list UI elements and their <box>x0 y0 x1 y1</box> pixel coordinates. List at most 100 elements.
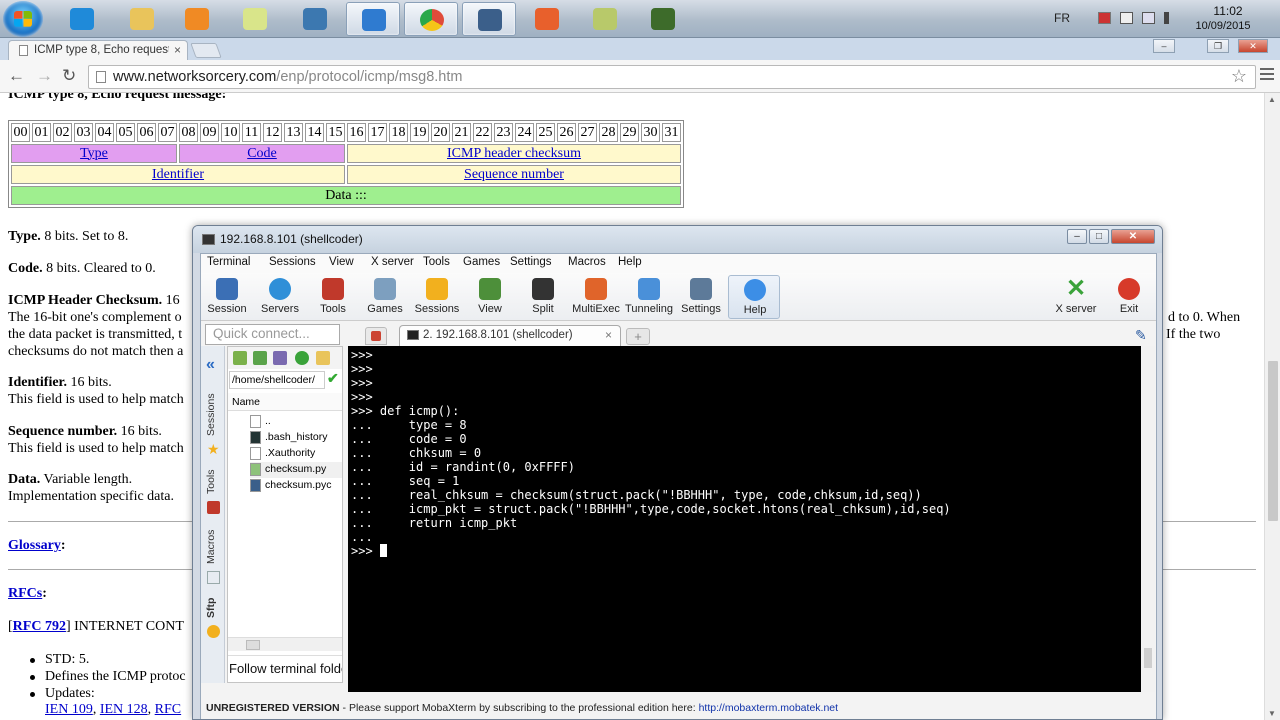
language-indicator[interactable]: FR <box>1054 11 1070 25</box>
settings-toolbar-button[interactable]: Settings <box>675 275 727 319</box>
page-scrollbar[interactable]: ▲ ▼ <box>1264 93 1280 720</box>
sequence-link[interactable]: Sequence number <box>464 167 564 182</box>
forward-button[interactable]: → <box>36 66 53 86</box>
address-bar[interactable]: www.networksorcery.com/enp/protocol/icmp… <box>88 65 1256 89</box>
scrollbar-thumb[interactable] <box>1144 648 1152 668</box>
scrollbar-thumb[interactable] <box>1268 361 1278 521</box>
servers-toolbar-button[interactable]: Servers <box>254 275 306 319</box>
session-tab[interactable]: 2. 192.168.8.101 (shellcoder) × <box>399 325 621 346</box>
tools-rail-tab[interactable]: Tools <box>205 469 217 494</box>
checkmark-icon[interactable]: ✔ <box>327 370 339 387</box>
xserver-button[interactable]: ✕ X server <box>1050 275 1102 319</box>
attach-icon[interactable]: ✎ <box>1135 327 1147 344</box>
taskbar-app-virtualbox[interactable] <box>346 2 400 36</box>
follow-terminal-folder-checkbox[interactable]: Follow terminal folder <box>228 655 342 681</box>
bookmark-star-icon[interactable]: ☆ <box>1231 66 1247 87</box>
menu-item-view[interactable]: View <box>329 256 354 268</box>
file-row[interactable]: .. <box>250 414 342 430</box>
macros-rail-tab[interactable]: Macros <box>205 530 217 564</box>
view-toolbar-button[interactable]: View <box>464 275 516 319</box>
terminal-scrollbar[interactable] <box>1142 346 1155 692</box>
home-tab[interactable] <box>365 327 387 345</box>
glossary-link[interactable]: Glossary <box>8 538 61 553</box>
terminal-output[interactable]: >>> >>> >>> >>> >>> def icmp():... type = 8.… <box>348 346 1141 692</box>
menu-item-x-server[interactable]: X server <box>371 256 414 268</box>
scrollbar-thumb[interactable] <box>246 640 260 650</box>
restore-button[interactable]: ❐ <box>1207 39 1229 53</box>
type-link[interactable]: Type <box>80 146 108 161</box>
browser-tab[interactable]: ICMP type 8, Echo request × <box>8 40 188 60</box>
checksum-link[interactable]: ICMP header checksum <box>447 146 581 161</box>
taskbar-app-sticky-notes[interactable] <box>228 2 282 36</box>
menu-icon[interactable] <box>1260 68 1274 80</box>
file-row[interactable]: checksum.py <box>250 462 342 478</box>
split-toolbar-button[interactable]: Split <box>517 275 569 319</box>
volume-icon[interactable] <box>1164 12 1177 24</box>
close-tab-icon[interactable]: × <box>174 43 181 57</box>
folder-up-icon[interactable] <box>233 351 247 365</box>
ien-109-link[interactable]: IEN 109 <box>45 702 93 717</box>
scroll-down-arrow-icon[interactable]: ▼ <box>1268 709 1276 718</box>
clock-time[interactable]: 11:02 <box>1198 4 1258 18</box>
menu-item-macros[interactable]: Macros <box>568 256 606 268</box>
action-center-icon[interactable] <box>1120 12 1133 24</box>
refresh-icon[interactable] <box>295 351 309 365</box>
mobatek-link[interactable]: http://mobaxterm.mobatek.net <box>699 702 838 714</box>
rfcs-link[interactable]: RFCs <box>8 586 42 601</box>
taskbar-app-office-app[interactable] <box>520 2 574 36</box>
help-toolbar-button[interactable]: Help <box>728 275 780 319</box>
new-tab-button[interactable] <box>190 43 222 58</box>
exit-button[interactable]: Exit <box>1103 275 1155 319</box>
identifier-link[interactable]: Identifier <box>152 167 204 182</box>
remote-path-input[interactable]: /home/shellcoder/ <box>229 371 325 389</box>
window-titlebar[interactable]: 192.168.8.101 (shellcoder) – □ ✕ <box>193 226 1162 253</box>
close-window-button[interactable]: ✕ <box>1238 39 1268 53</box>
taskbar-app-notes-app[interactable] <box>578 2 632 36</box>
close-tab-icon[interactable]: × <box>605 328 612 342</box>
collapse-icon[interactable]: « <box>206 356 215 374</box>
tools-toolbar-button[interactable]: Tools <box>307 275 359 319</box>
minimize-button[interactable]: – <box>1153 39 1175 53</box>
back-button[interactable]: ← <box>8 66 25 86</box>
sftp-rail-tab[interactable]: Sftp <box>205 598 217 618</box>
taskbar-app-terminal-app[interactable] <box>636 2 690 36</box>
games-toolbar-button[interactable]: Games <box>359 275 411 319</box>
new-folder-icon[interactable] <box>316 351 330 365</box>
file-row[interactable]: .Xauthority <box>250 446 342 462</box>
code-link[interactable]: Code <box>247 146 277 161</box>
taskbar-app-internet-explorer[interactable] <box>55 2 109 36</box>
file-row[interactable]: checksum.pyc <box>250 478 342 494</box>
menu-item-sessions[interactable]: Sessions <box>269 256 316 268</box>
network-icon[interactable] <box>1142 12 1155 24</box>
close-button[interactable]: ✕ <box>1111 229 1155 244</box>
new-tab-button[interactable]: + <box>626 328 650 345</box>
taskbar-app-python[interactable] <box>288 2 342 36</box>
menu-item-help[interactable]: Help <box>618 256 642 268</box>
file-row[interactable]: .bash_history <box>250 430 342 446</box>
rfc-link[interactable]: RFC <box>155 702 181 717</box>
quick-connect-input[interactable]: Quick connect... <box>205 324 340 345</box>
start-button[interactable] <box>3 1 43 37</box>
clock-date[interactable]: 10/09/2015 <box>1188 20 1258 32</box>
taskbar-app-chrome[interactable] <box>404 2 458 36</box>
upload-icon[interactable] <box>273 351 287 365</box>
menu-item-settings[interactable]: Settings <box>510 256 552 268</box>
maximize-button[interactable]: □ <box>1089 229 1109 244</box>
menu-item-terminal[interactable]: Terminal <box>207 256 250 268</box>
horizontal-scrollbar[interactable] <box>228 637 342 651</box>
flag-icon[interactable] <box>1098 12 1111 24</box>
multiexec-toolbar-button[interactable]: MultiExec <box>570 275 622 319</box>
reload-button[interactable]: ↻ <box>62 66 76 86</box>
sessions-toolbar-button[interactable]: Sessions <box>411 275 463 319</box>
taskbar-app-mobaxterm[interactable] <box>462 2 516 36</box>
scroll-up-arrow-icon[interactable]: ▲ <box>1268 95 1276 104</box>
download-icon[interactable] <box>253 351 267 365</box>
name-column-header[interactable]: Name <box>228 393 342 411</box>
session-toolbar-button[interactable]: Session <box>201 275 253 319</box>
taskbar-app-media-player[interactable] <box>170 2 224 36</box>
minimize-button[interactable]: – <box>1067 229 1087 244</box>
tunneling-toolbar-button[interactable]: Tunneling <box>623 275 675 319</box>
ien-128-link[interactable]: IEN 128 <box>100 702 148 717</box>
menu-item-tools[interactable]: Tools <box>423 256 450 268</box>
menu-item-games[interactable]: Games <box>463 256 500 268</box>
